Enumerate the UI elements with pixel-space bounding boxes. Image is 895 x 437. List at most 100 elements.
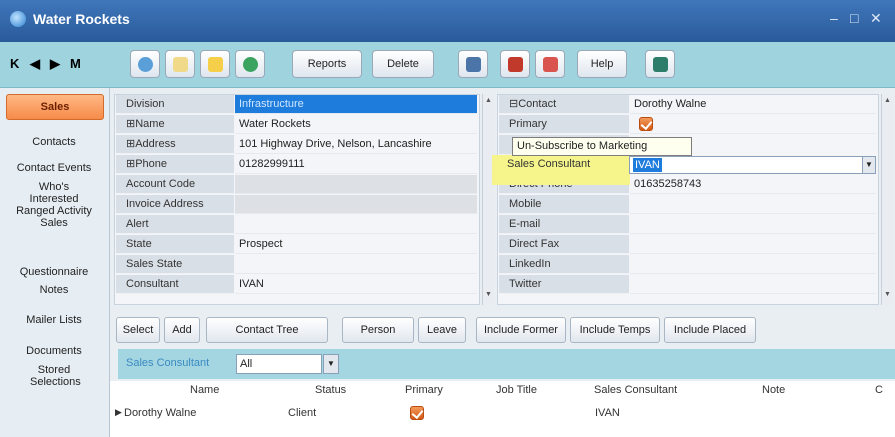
row-pointer-icon: ▶ [115, 407, 122, 417]
chevron-down-icon[interactable]: ▼ [323, 354, 339, 374]
contact-name-field[interactable]: Dorothy Walne [630, 95, 876, 114]
status-cell: Client [288, 407, 317, 419]
column-header[interactable]: Name [190, 381, 219, 399]
linkedin-field[interactable] [630, 255, 876, 274]
field-label: Invoice Address [116, 195, 234, 214]
twitter-field[interactable] [630, 275, 876, 294]
filter-bar: Sales Consultant All ▼ [118, 349, 895, 379]
sidebar-item-whos-interested[interactable]: Who's Interested Ranged Activity Sales [0, 181, 108, 229]
division-field[interactable]: Infrastructure [235, 95, 477, 114]
column-header[interactable]: Sales Consultant [594, 381, 677, 399]
previous-record-button[interactable]: ◀ [30, 56, 40, 72]
sidebar-item-questionnaire[interactable]: Questionnaire [0, 266, 108, 278]
field-label: ⊞Address [116, 135, 234, 154]
alert-field[interactable] [235, 215, 477, 234]
globe-icon[interactable] [235, 50, 265, 78]
company-details-panel: Division Infrastructure ⊞Name Water Rock… [114, 94, 480, 305]
field-label: ⊞Phone [116, 155, 234, 174]
consultant-field[interactable]: IVAN [235, 275, 477, 294]
include-placed-button[interactable]: Include Placed [664, 317, 756, 343]
sidebar-item-contact-events[interactable]: Contact Events [0, 162, 108, 174]
column-header[interactable]: Status [315, 381, 346, 399]
account-code-field[interactable] [235, 175, 477, 194]
folder-icon[interactable] [200, 50, 230, 78]
contact-name-cell: Dorothy Walne [124, 407, 197, 419]
mobile-field[interactable] [630, 195, 876, 214]
scroll-up-icon[interactable]: ▲ [485, 97, 492, 104]
reports-button[interactable]: Reports [292, 50, 362, 78]
sales-consultant-select[interactable]: IVAN [629, 156, 864, 174]
scroll-up-icon[interactable]: ▲ [884, 97, 891, 104]
direct-fax-field[interactable] [630, 235, 876, 254]
app-icon [10, 11, 26, 27]
minimize-icon[interactable]: – [830, 10, 838, 26]
sidebar-item-stored-selections[interactable]: Stored Selections [0, 364, 108, 388]
field-label: Twitter [499, 275, 629, 294]
filter-label: Sales Consultant [126, 357, 210, 369]
address-book-icon[interactable] [458, 50, 488, 78]
contacts-grid: Name Status Primary Job Title Sales Cons… [110, 381, 895, 437]
field-label: Division [116, 95, 234, 114]
maximize-icon[interactable]: □ [850, 10, 858, 26]
sidebar-item-sales[interactable]: Sales [6, 94, 104, 120]
field-label: Alert [116, 215, 234, 234]
app-window: Water Rockets – □ ✕ K ◀ ▶ M Reports Dele… [0, 0, 895, 437]
toolbar: K ◀ ▶ M Reports Delete Help [0, 42, 895, 88]
select-button[interactable]: Select [116, 317, 160, 343]
phone-field[interactable]: 01282999111 [235, 155, 477, 174]
contacts-section: Select Add Contact Tree Person Leave Inc… [110, 309, 895, 437]
sidebar-item-documents[interactable]: Documents [0, 345, 108, 357]
include-former-button[interactable]: Include Former [476, 317, 566, 343]
user-icon[interactable] [645, 50, 675, 78]
field-label: Sales State [116, 255, 234, 274]
column-header[interactable]: Job Title [496, 381, 537, 399]
column-header[interactable]: Primary [405, 381, 443, 399]
field-label: LinkedIn [499, 255, 629, 274]
leave-button[interactable]: Leave [418, 317, 466, 343]
contact-tree-button[interactable]: Contact Tree [206, 317, 328, 343]
world-icon[interactable] [130, 50, 160, 78]
contact-details-panel: ⊟Contact Dorothy Walne Primary Sales Con… [497, 94, 879, 305]
sales-consultant-label: Sales Consultant [507, 158, 591, 170]
state-field[interactable]: Prospect [235, 235, 477, 254]
people-icon[interactable] [500, 50, 530, 78]
mail-icon[interactable] [535, 50, 565, 78]
scroll-down-icon[interactable]: ▼ [884, 291, 891, 298]
include-temps-button[interactable]: Include Temps [570, 317, 660, 343]
delete-button[interactable]: Delete [372, 50, 434, 78]
details-scrollbar[interactable]: ▲ ▼ [482, 94, 494, 305]
contact-scrollbar[interactable]: ▲ ▼ [881, 94, 893, 305]
primary-checkbox[interactable] [639, 117, 653, 131]
sales-consultant-cell: IVAN [595, 407, 620, 419]
first-record-button[interactable]: K [10, 56, 19, 71]
field-label: Account Code [116, 175, 234, 194]
help-button[interactable]: Help [577, 50, 627, 78]
sidebar-item-mailer-lists[interactable]: Mailer Lists [0, 314, 108, 326]
primary-field [630, 115, 876, 134]
sidebar-item-contacts[interactable]: Contacts [0, 136, 108, 148]
address-field[interactable]: 101 Highway Drive, Nelson, Lancashire [235, 135, 477, 154]
sidebar: Sales Contacts Contact Events Who's Inte… [0, 88, 110, 437]
invoice-address-field[interactable] [235, 195, 477, 214]
field-label: Direct Fax [499, 235, 629, 254]
primary-checkbox[interactable] [410, 406, 424, 420]
sales-consultant-filter[interactable]: All [236, 354, 322, 374]
last-record-button[interactable]: M [70, 56, 81, 71]
sales-state-field[interactable] [235, 255, 477, 274]
sidebar-item-notes[interactable]: Notes [0, 284, 108, 296]
field-label: E-mail [499, 215, 629, 234]
email-field[interactable] [630, 215, 876, 234]
field-label: Consultant [116, 275, 234, 294]
column-header[interactable]: C [875, 381, 883, 399]
add-button[interactable]: Add [164, 317, 200, 343]
direct-phone-field[interactable]: 01635258743 [630, 175, 876, 194]
grid-icon[interactable] [165, 50, 195, 78]
chevron-down-icon[interactable]: ▼ [862, 156, 876, 174]
scroll-down-icon[interactable]: ▼ [485, 291, 492, 298]
name-field[interactable]: Water Rockets [235, 115, 477, 134]
next-record-button[interactable]: ▶ [50, 56, 60, 72]
person-button[interactable]: Person [342, 317, 414, 343]
close-icon[interactable]: ✕ [870, 10, 882, 27]
field-label: ⊞Name [116, 115, 234, 134]
column-header[interactable]: Note [762, 381, 785, 399]
